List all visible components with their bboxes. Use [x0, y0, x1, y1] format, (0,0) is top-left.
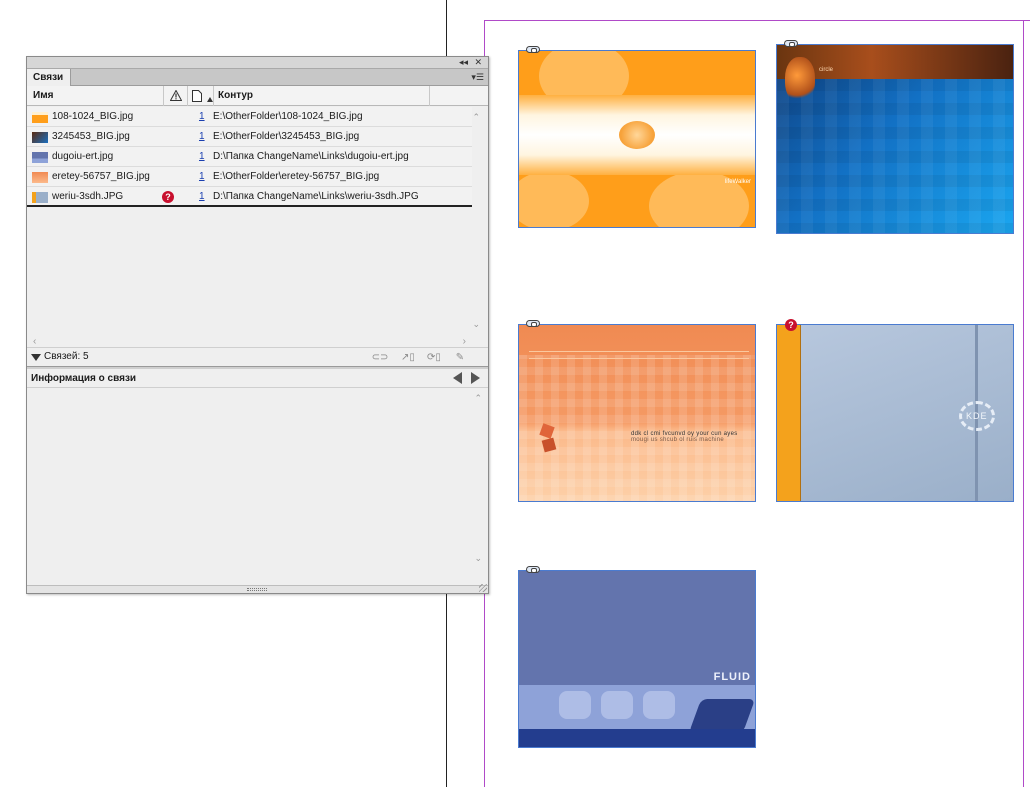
link-name: weriu-3sdh.JPG: [52, 191, 124, 202]
link-row[interactable]: weriu-3sdh.JPG ? 1 D:\Папка ChangeName\L…: [27, 187, 472, 207]
image-cloud-shape: [519, 171, 589, 227]
link-path: D:\Папка ChangeName\Links\dugoiu-ert.jpg: [213, 151, 409, 162]
sort-ascending-icon: [206, 97, 213, 102]
link-page-number[interactable]: 1: [199, 107, 205, 127]
indesign-workspace: ◂◂ ✕ Связи ▾☰ Имя Контур 108-1024_BIG.jp…: [0, 0, 1030, 787]
page-margin-frame-right: [1023, 20, 1024, 787]
image-grid-pattern: [777, 79, 1013, 233]
image-orb-shape: [785, 57, 815, 103]
column-status[interactable]: [164, 86, 188, 106]
info-scroll-down-icon[interactable]: ⌄: [474, 553, 482, 564]
placed-image[interactable]: KDE: [776, 324, 1014, 502]
link-badge-icon[interactable]: [526, 566, 540, 573]
image-caption-line: mougi us shcub ol ruis machine: [631, 437, 725, 443]
placed-image[interactable]: ddk cl cmi fvcunvd oy your cun ayes moug…: [518, 324, 756, 502]
close-panel-icon[interactable]: ✕: [474, 57, 482, 68]
links-status-bar: Связей: 5 ⊂⊃ ↗▯ ⟳▯ ✎: [27, 347, 488, 367]
image-logo-text: KDE: [966, 411, 988, 421]
update-link-icon[interactable]: ⟳▯: [424, 352, 444, 363]
image-center-rings: [619, 121, 655, 149]
panel-bottom-bar: [27, 584, 488, 593]
link-row[interactable]: 3245453_BIG.jpg 1 E:\OtherFolder\3245453…: [27, 127, 472, 147]
collapse-panel-icon[interactable]: ◂◂: [459, 57, 468, 68]
image-line-pattern: [529, 351, 749, 359]
link-info-header: Информация о связи: [27, 369, 488, 388]
link-badge-icon[interactable]: [526, 320, 540, 327]
link-page-number[interactable]: 1: [199, 167, 205, 187]
link-thumbnail: [32, 192, 48, 203]
placed-image[interactable]: lifeWalker: [518, 50, 756, 228]
link-name: 3245453_BIG.jpg: [52, 131, 130, 142]
show-info-toggle-icon[interactable]: [31, 354, 41, 361]
links-list: 108-1024_BIG.jpg 1 E:\OtherFolder\108-10…: [27, 107, 472, 207]
panel-menu-icon[interactable]: ▾☰: [471, 72, 484, 82]
image-orange-stripe: [777, 325, 801, 501]
page-icon: [192, 90, 202, 102]
image-arrow-shape: [643, 691, 675, 719]
link-info-title: Информация о связи: [31, 373, 137, 384]
image-tag-text: lifeWalker: [724, 179, 751, 185]
link-path: E:\OtherFolder\108-1024_BIG.jpg: [213, 111, 363, 122]
image-arrow-shape: [559, 691, 591, 719]
link-page-number[interactable]: 1: [199, 147, 205, 167]
link-thumbnail: [32, 132, 48, 143]
link-page-number[interactable]: 1: [199, 127, 205, 147]
link-path: E:\OtherFolder\3245453_BIG.jpg: [213, 131, 360, 142]
link-thumbnail: [32, 112, 48, 123]
list-scroll-down-icon[interactable]: ⌄: [472, 319, 480, 330]
previous-link-icon[interactable]: [453, 372, 462, 384]
link-row[interactable]: eretey-56757_BIG.jpg 1 E:\OtherFolder\er…: [27, 167, 472, 187]
panel-tab-row: Связи ▾☰: [27, 69, 488, 86]
warning-icon: [169, 89, 182, 101]
link-page-number[interactable]: 1: [199, 187, 205, 207]
link-thumbnail: [32, 172, 48, 183]
link-thumbnail: [32, 152, 48, 163]
image-logo-text: FLUID: [713, 671, 751, 683]
links-column-header: Имя Контур: [27, 86, 488, 106]
column-page[interactable]: [188, 86, 214, 106]
image-word-text: circle: [819, 67, 834, 73]
link-badge-icon[interactable]: [526, 46, 540, 53]
list-scroll-up-icon[interactable]: ⌃: [472, 112, 480, 123]
link-row[interactable]: 108-1024_BIG.jpg 1 E:\OtherFolder\108-10…: [27, 107, 472, 127]
link-name: dugoiu-ert.jpg: [52, 151, 114, 162]
column-name[interactable]: Имя: [27, 86, 164, 106]
next-link-icon[interactable]: [471, 372, 480, 384]
go-to-link-icon[interactable]: ↗▯: [398, 352, 418, 363]
link-row[interactable]: dugoiu-ert.jpg 1 D:\Папка ChangeName\Lin…: [27, 147, 472, 167]
link-tools: ⊂⊃ ↗▯ ⟳▯ ✎: [368, 352, 470, 363]
link-path: D:\Папка ChangeName\Links\weriu-3sdh.JPG: [213, 191, 419, 202]
link-count: Связей: 5: [44, 351, 89, 362]
image-base-band: [519, 729, 755, 747]
image-pixel-pattern: [519, 355, 755, 501]
list-scroll-left-icon[interactable]: ‹: [33, 336, 36, 347]
panel-grip-icon[interactable]: [247, 588, 267, 591]
relink-icon[interactable]: ⊂⊃: [368, 352, 392, 363]
list-scroll-right-icon[interactable]: ›: [463, 336, 466, 347]
tab-links[interactable]: Связи: [27, 69, 71, 86]
panel-titlebar[interactable]: ◂◂ ✕: [27, 57, 488, 69]
missing-link-icon[interactable]: ?: [162, 191, 174, 203]
info-scroll-up-icon[interactable]: ⌃: [474, 393, 482, 404]
link-name: eretey-56757_BIG.jpg: [52, 171, 150, 182]
edit-original-icon[interactable]: ✎: [450, 352, 470, 363]
link-badge-icon[interactable]: [784, 40, 798, 47]
missing-link-icon[interactable]: ?: [785, 319, 797, 331]
links-panel: ◂◂ ✕ Связи ▾☰ Имя Контур 108-1024_BIG.jp…: [26, 56, 489, 594]
image-arrow-shape: [601, 691, 633, 719]
image-caption-text: ddk cl cmi fvcunvd oy your cun ayes moug…: [631, 431, 738, 443]
placed-image[interactable]: FLUID: [518, 570, 756, 748]
placed-image[interactable]: circle: [776, 44, 1014, 234]
panel-resize-icon[interactable]: [479, 584, 487, 592]
link-name: 108-1024_BIG.jpg: [52, 111, 134, 122]
link-path: E:\OtherFolder\eretey-56757_BIG.jpg: [213, 171, 380, 182]
column-path[interactable]: Контур: [214, 86, 430, 106]
